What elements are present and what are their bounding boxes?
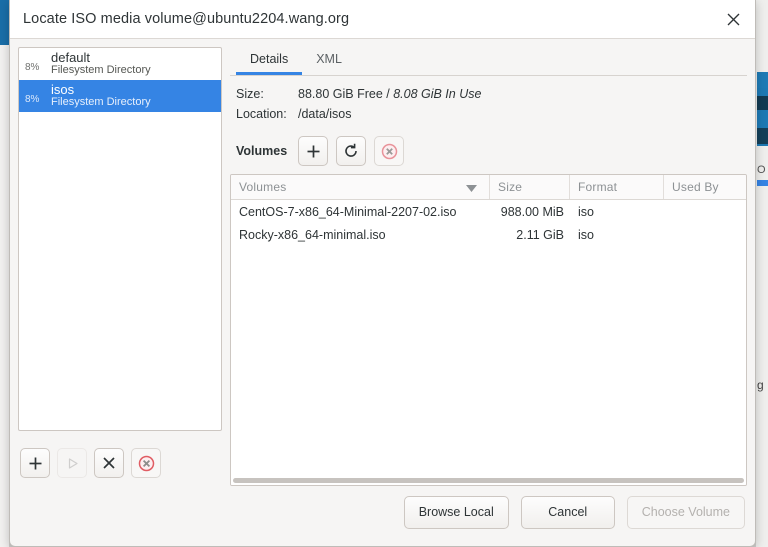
volumes-table: Volumes Size Format Used By CentOS-7-x86…	[230, 174, 747, 486]
pool-pane: 8% default Filesystem Directory 8% isos …	[18, 47, 222, 486]
column-header-label: Volumes	[239, 180, 287, 194]
table-row[interactable]: CentOS-7-x86_64-Minimal-2207-02.iso 988.…	[231, 200, 746, 223]
delete-volume-button[interactable]	[374, 136, 405, 166]
locate-iso-media-dialog: Locate ISO media volume@ubuntu2204.wang.…	[9, 0, 756, 547]
pool-location-value: /data/isos	[298, 107, 352, 121]
plus-icon	[307, 145, 320, 157]
x-icon	[103, 457, 115, 469]
pool-usage-percent: 8%	[25, 61, 40, 73]
background-left-blue-band	[0, 0, 9, 45]
volumes-table-header: Volumes Size Format Used By	[231, 175, 746, 200]
cell-volume-size: 2.11 GiB	[516, 227, 564, 242]
dialog-body: 8% default Filesystem Directory 8% isos …	[10, 39, 755, 486]
cell-volume-name: CentOS-7-x86_64-Minimal-2207-02.iso	[239, 204, 457, 219]
column-header-used-by[interactable]: Used By	[664, 175, 746, 199]
pool-list-item-isos[interactable]: 8% isos Filesystem Directory	[19, 80, 221, 112]
pool-size-in-use: 8.08 GiB In Use	[393, 87, 482, 101]
add-pool-button[interactable]	[20, 448, 50, 478]
pool-usage-percent: 8%	[25, 93, 40, 105]
pool-toolbar	[18, 431, 222, 486]
refresh-volumes-button[interactable]	[336, 136, 367, 166]
sort-descending-icon	[466, 182, 477, 196]
background-right-clipped-text-1: O	[757, 164, 766, 176]
column-header-size[interactable]: Size	[490, 175, 570, 199]
cell-volume-name: Rocky-x86_64-minimal.iso	[239, 227, 386, 242]
background-right-selection	[757, 180, 768, 186]
plus-icon	[29, 457, 41, 469]
dialog-footer: Browse Local Cancel Choose Volume	[10, 486, 755, 546]
pool-size-free: 88.80 GiB Free /	[298, 87, 394, 101]
column-header-label: Size	[498, 180, 523, 194]
pool-info: Size: 88.80 GiB Free / 8.08 GiB In Use L…	[230, 76, 747, 127]
pool-type: Filesystem Directory	[51, 63, 151, 76]
background-right-clipped-text-2: g	[757, 378, 764, 392]
delete-circle-icon	[138, 455, 154, 471]
pool-type: Filesystem Directory	[51, 95, 151, 108]
column-header-label: Format	[578, 180, 618, 194]
play-icon	[68, 457, 78, 469]
pool-size-value: 88.80 GiB Free / 8.08 GiB In Use	[298, 87, 481, 102]
delete-pool-button[interactable]	[131, 448, 161, 478]
volumes-title: Volumes	[236, 144, 288, 158]
start-pool-button[interactable]	[57, 448, 87, 478]
cell-volume-format: iso	[578, 227, 594, 242]
browse-local-button[interactable]: Browse Local	[403, 495, 509, 529]
tab-details[interactable]: Details	[236, 47, 303, 75]
column-header-label: Used By	[672, 180, 719, 194]
add-volume-button[interactable]	[298, 136, 329, 166]
pool-location-row: Location: /data/isos	[236, 107, 747, 122]
column-header-format[interactable]: Format	[570, 175, 664, 199]
scrollbar-thumb[interactable]	[233, 478, 744, 483]
pool-location-label: Location:	[236, 107, 287, 121]
table-row[interactable]: Rocky-x86_64-minimal.iso 2.11 GiB iso	[231, 223, 746, 246]
dialog-titlebar: Locate ISO media volume@ubuntu2204.wang.…	[10, 0, 755, 39]
storage-pool-list[interactable]: 8% default Filesystem Directory 8% isos …	[18, 47, 222, 431]
cell-volume-format: iso	[578, 204, 594, 219]
refresh-icon	[345, 143, 357, 157]
volumes-header: Volumes	[230, 127, 747, 174]
close-icon[interactable]	[721, 7, 745, 31]
tab-xml[interactable]: XML	[302, 47, 356, 75]
volumes-table-body: CentOS-7-x86_64-Minimal-2207-02.iso 988.…	[231, 200, 746, 476]
pool-name: isos	[51, 81, 75, 97]
delete-circle-icon	[381, 143, 397, 159]
column-header-volumes[interactable]: Volumes	[231, 175, 490, 199]
dialog-title: Locate ISO media volume@ubuntu2204.wang.…	[23, 11, 350, 27]
cancel-button[interactable]: Cancel	[520, 495, 615, 529]
detail-tabs: Details XML	[230, 47, 747, 76]
pool-list-item-default[interactable]: 8% default Filesystem Directory	[19, 48, 221, 80]
background-right-dark-2	[757, 128, 768, 144]
background-left-clipped-text	[0, 455, 9, 535]
cell-volume-size: 988.00 MiB	[500, 204, 564, 219]
pool-size-label: Size:	[236, 87, 264, 101]
choose-volume-button[interactable]: Choose Volume	[626, 495, 745, 529]
background-right-blue-1	[757, 72, 768, 88]
pool-name: default	[51, 49, 91, 65]
stop-pool-button[interactable]	[94, 448, 124, 478]
pool-size-row: Size: 88.80 GiB Free / 8.08 GiB In Use	[236, 87, 747, 102]
detail-pane: Details XML Size: 88.80 GiB Free / 8.08 …	[222, 47, 747, 486]
volumes-horizontal-scrollbar[interactable]	[231, 476, 746, 485]
background-right-dark-1	[757, 96, 768, 110]
